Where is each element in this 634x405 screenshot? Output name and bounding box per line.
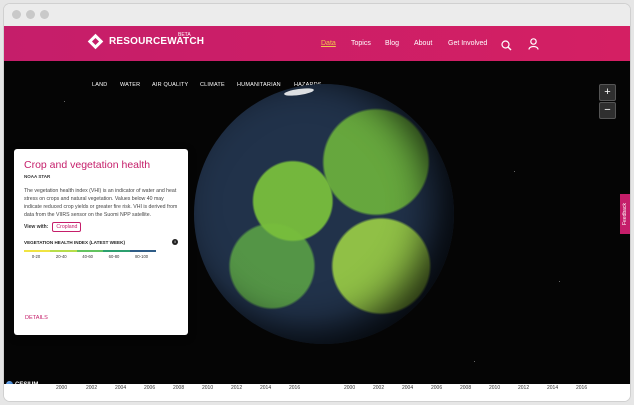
info-icon[interactable]: i [172,239,178,245]
timeline-year: 2008 [460,385,472,391]
category-climate[interactable]: CLIMATE [200,82,225,88]
star [559,281,560,282]
legend-swatch [76,250,104,252]
nav-get-involved[interactable]: Get Involved [448,40,487,47]
timeline-year: 2008 [173,385,185,391]
category-humanitarian[interactable]: HUMANITARIAN [237,82,281,88]
logo-mark-icon [87,33,104,50]
timeline-year: 2006 [431,385,443,391]
timeline-year: 2012 [518,385,530,391]
view-with-row: View with: Cropland [24,222,178,232]
timeline-year: 2004 [402,385,414,391]
layer-title: Crop and vegetation health [24,159,151,171]
site-header: RESOURCEWATCH BETA Data Topics Blog Abou… [4,26,630,61]
globe-map[interactable]: LAND WATER AIR QUALITY CLIMATE HUMANITAR… [4,61,630,391]
search-icon[interactable] [501,38,512,56]
feedback-tab[interactable]: Feedback [620,194,630,234]
timeline-year: 2016 [576,385,588,391]
nav-about[interactable]: About [414,40,432,47]
legend-labels: 0-20 20-40 40-60 60-80 80-100 [24,254,156,259]
legend-label: 20-40 [55,254,67,259]
timeline-bar[interactable]: 2000 2002 2004 2006 2008 2010 2012 2014 … [4,384,630,401]
timeline-year: 2002 [86,385,98,391]
zoom-in-button[interactable]: + [599,84,616,101]
beta-badge: BETA [178,32,191,38]
legend-label: 60-80 [108,254,120,259]
star [64,101,65,102]
category-air-quality[interactable]: AIR QUALITY [152,82,188,88]
window-dot [26,10,35,19]
zoom-out-button[interactable]: − [599,102,616,119]
legend-swatch [129,250,157,252]
legend-swatch [50,250,77,252]
legend-header: VEGETATION HEALTH INDEX (LATEST WEEK) i [24,239,178,245]
timeline-year: 2010 [489,385,501,391]
view-with-label: View with: [24,224,49,230]
nav-blog[interactable]: Blog [385,40,399,47]
legend-label: 0-20 [31,254,41,259]
legend-label: 40-60 [82,254,93,259]
category-land[interactable]: LAND [92,82,107,88]
layer-description: The vegetation health index (VHI) is an … [24,188,178,218]
nav-topics[interactable]: Topics [351,40,371,47]
timeline-year: 2002 [373,385,385,391]
timeline-year: 2000 [56,385,68,391]
cropland-tag[interactable]: Cropland [52,222,82,232]
category-water[interactable]: WATER [120,82,140,88]
browser-window: RESOURCEWATCH BETA Data Topics Blog Abou… [4,4,630,401]
earth-globe[interactable] [194,84,454,344]
timeline-year: 2010 [202,385,214,391]
timeline-year: 2004 [115,385,127,391]
timeline-year: 2014 [547,385,559,391]
details-link[interactable]: DETAILS [25,315,48,321]
layer-info-panel: Crop and vegetation health NOAA STAR The… [14,149,188,335]
star [514,171,515,172]
user-icon[interactable] [528,37,539,55]
nav-data[interactable]: Data [321,40,336,47]
timeline-year: 2012 [231,385,243,391]
legend-label: 80-100 [135,254,149,259]
legend-title: VEGETATION HEALTH INDEX (LATEST WEEK) [24,239,125,245]
timeline-year: 2014 [260,385,272,391]
star [474,361,475,362]
timeline-year: 2016 [289,385,301,391]
window-dot [40,10,49,19]
site-logo[interactable]: RESOURCEWATCH BETA [87,32,204,50]
legend-swatch [103,250,130,252]
legend-color-bar [24,250,157,252]
legend-swatch [24,250,51,252]
window-dot [12,10,21,19]
layer-source: NOAA STAR [24,174,51,179]
window-chrome [4,4,630,26]
timeline-year: 2006 [144,385,156,391]
timeline-year: 2000 [344,385,356,391]
